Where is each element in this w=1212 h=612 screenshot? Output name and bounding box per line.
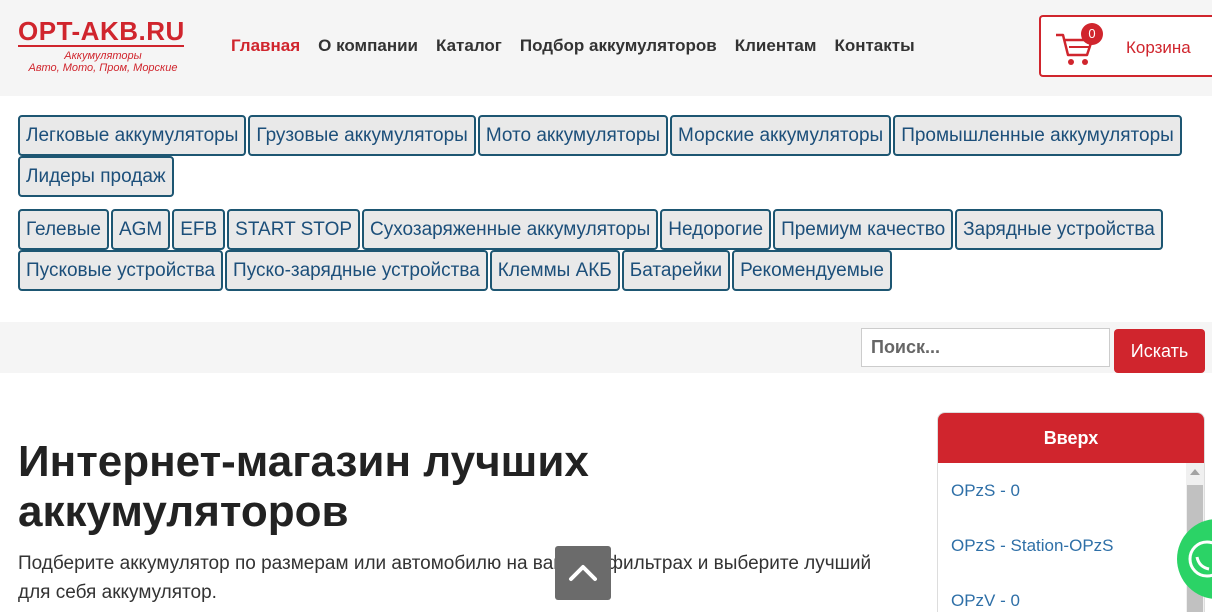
site-logo[interactable]: OPT-AKB.RU Аккумуляторы Авто, Мото, Пром… bbox=[18, 18, 188, 80]
whatsapp-button[interactable] bbox=[1177, 519, 1212, 599]
category-marine[interactable]: Морские аккумуляторы bbox=[670, 115, 892, 156]
logo-tagline: Авто, Мото, Пром, Морские bbox=[28, 62, 178, 74]
scroll-up-arrow-icon[interactable] bbox=[1190, 469, 1200, 475]
sidebar-item-opzs-station[interactable]: OPzS - Station-OPzS bbox=[938, 518, 1186, 573]
category-recommended[interactable]: Рекомендуемые bbox=[732, 250, 892, 291]
sidebar-header[interactable]: Вверх bbox=[938, 413, 1204, 463]
page-title: Интернет-магазин лучших аккумуляторов bbox=[18, 437, 589, 536]
sidebar-item-opzs[interactable]: OPzS - 0 bbox=[938, 463, 1186, 518]
category-moto[interactable]: Мото аккумуляторы bbox=[477, 115, 669, 156]
cart-button[interactable]: 0 Корзина bbox=[1039, 15, 1212, 77]
sidebar-panel: Вверх OPzS - 0 OPzS - Station-OPzS OPzV … bbox=[937, 412, 1205, 612]
sidebar-item-opzv[interactable]: OPzV - 0 bbox=[938, 573, 1186, 612]
category-efb[interactable]: EFB bbox=[172, 209, 226, 250]
nav-item-about[interactable]: О компании bbox=[318, 36, 418, 56]
category-terminals[interactable]: Клеммы АКБ bbox=[489, 250, 620, 291]
chevron-up-icon bbox=[569, 565, 597, 581]
category-passenger[interactable]: Легковые аккумуляторы bbox=[18, 115, 247, 156]
search-bar: Поиск... Искать bbox=[0, 322, 1212, 373]
cart-count-badge: 0 bbox=[1081, 23, 1103, 45]
scroll-to-top-button[interactable] bbox=[555, 546, 611, 600]
nav-item-catalog[interactable]: Каталог bbox=[436, 36, 502, 56]
category-gel[interactable]: Гелевые bbox=[18, 209, 109, 250]
category-start-chargers[interactable]: Пуско-зарядные устройства bbox=[225, 250, 488, 291]
main-nav: Главная О компании Каталог Подбор аккуму… bbox=[231, 36, 933, 56]
cart-label: Корзина bbox=[1126, 38, 1191, 57]
nav-item-home[interactable]: Главная bbox=[231, 36, 300, 56]
category-jump-starters[interactable]: Пусковые устройства bbox=[18, 250, 224, 291]
category-chargers[interactable]: Зарядные устройства bbox=[955, 209, 1163, 250]
search-button[interactable]: Искать bbox=[1114, 329, 1205, 373]
whatsapp-icon bbox=[1188, 540, 1212, 578]
category-batteries-small[interactable]: Батарейки bbox=[621, 250, 731, 291]
nav-item-contacts[interactable]: Контакты bbox=[834, 36, 914, 56]
category-agm[interactable]: AGM bbox=[110, 209, 171, 250]
site-header: OPT-AKB.RU Аккумуляторы Авто, Мото, Пром… bbox=[0, 0, 1212, 96]
nav-item-clients[interactable]: Клиентам bbox=[735, 36, 817, 56]
category-premium[interactable]: Премиум качество bbox=[773, 209, 954, 250]
category-start-stop[interactable]: START STOP bbox=[227, 209, 361, 250]
nav-item-battery-selection[interactable]: Подбор аккумуляторов bbox=[520, 36, 717, 56]
category-truck[interactable]: Грузовые аккумуляторы bbox=[248, 115, 476, 156]
search-input[interactable]: Поиск... bbox=[861, 328, 1110, 367]
category-dry-charged[interactable]: Сухозаряженные аккумуляторы bbox=[362, 209, 659, 250]
category-industrial[interactable]: Промышленные аккумуляторы bbox=[893, 115, 1182, 156]
category-budget[interactable]: Недорогие bbox=[660, 209, 772, 250]
sidebar-list: OPzS - 0 OPzS - Station-OPzS OPzV - 0 bbox=[938, 463, 1186, 612]
page-description: Подберите аккумулятор по размерам или ав… bbox=[18, 553, 872, 603]
logo-subtitle: Аккумуляторы bbox=[64, 50, 142, 62]
logo-title: OPT-AKB.RU bbox=[18, 16, 185, 46]
category-row-primary: Легковые аккумуляторы Грузовые аккумулят… bbox=[18, 115, 1208, 197]
category-row-secondary: Гелевые AGM EFB START STOP Сухозаряженны… bbox=[18, 209, 1208, 291]
category-bestsellers[interactable]: Лидеры продаж bbox=[18, 156, 174, 197]
